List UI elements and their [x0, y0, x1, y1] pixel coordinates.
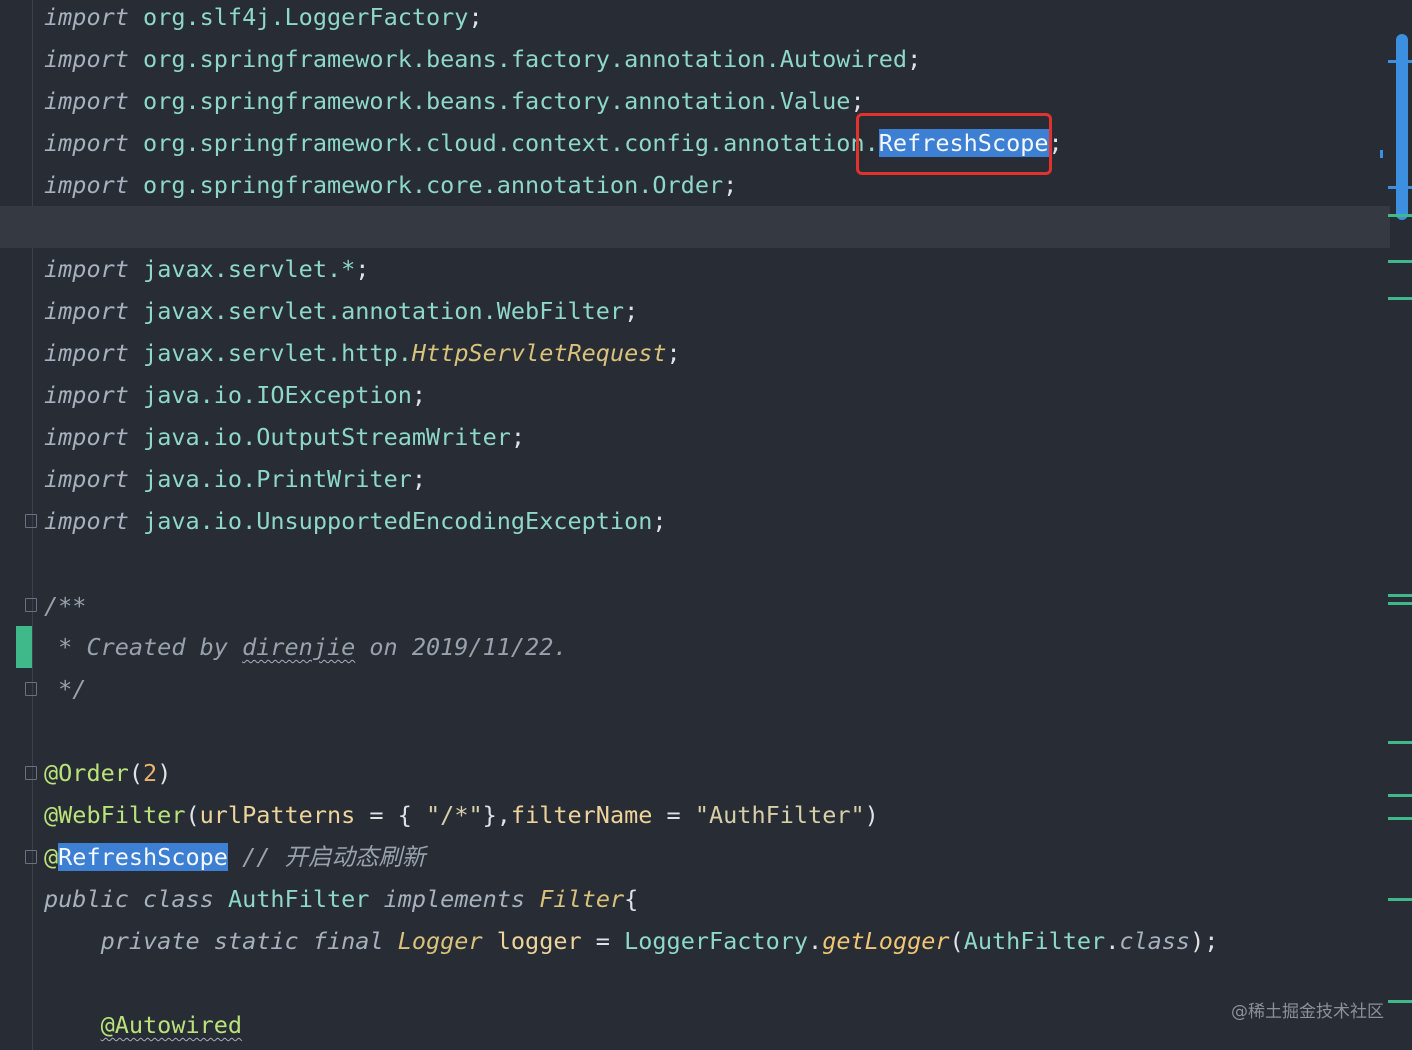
scroll-mark[interactable] — [1388, 741, 1412, 744]
scroll-mark[interactable] — [1388, 260, 1412, 263]
code-line-logger[interactable]: private static final Logger logger = Log… — [44, 920, 1219, 962]
code-line-autowired[interactable]: @Autowired — [44, 1004, 242, 1046]
fold-icon[interactable] — [25, 850, 37, 864]
author-name: direnjie — [242, 633, 356, 661]
scroll-mark[interactable] — [1388, 297, 1412, 300]
code-line-refreshscope[interactable]: @RefreshScope // 开启动态刷新 — [44, 836, 426, 878]
code-line-import[interactable]: import java.io.UnsupportedEncodingExcept… — [44, 500, 667, 542]
doc-comment-close: */ — [44, 675, 87, 703]
code-line-import[interactable]: import javax.servlet.http.HttpServletReq… — [44, 332, 681, 374]
watermark: @稀土掘金技术社区 — [1231, 1002, 1384, 1022]
code-line-import[interactable]: import org.slf4j.LoggerFactory; — [44, 0, 483, 38]
scroll-mark[interactable] — [1388, 794, 1412, 797]
fold-icon[interactable] — [25, 682, 37, 696]
code-line-class-decl[interactable]: public class AuthFilter implements Filte… — [44, 878, 638, 920]
scroll-mark[interactable] — [1380, 150, 1383, 158]
code-line-import[interactable]: import org.springframework.core.annotati… — [44, 164, 737, 206]
scroll-mark[interactable] — [1388, 602, 1412, 605]
fold-icon[interactable] — [25, 766, 37, 780]
scroll-mark[interactable] — [1388, 60, 1412, 63]
doc-comment-open: /** — [44, 592, 87, 620]
scroll-mark[interactable] — [1388, 898, 1412, 901]
code-line-import[interactable]: import java.io.PrintWriter; — [44, 458, 426, 500]
scroll-mark[interactable] — [1388, 817, 1412, 820]
scroll-mark[interactable] — [1388, 1000, 1412, 1003]
vcs-change-marker[interactable] — [16, 626, 32, 668]
scroll-mark[interactable] — [1388, 214, 1412, 217]
highlight-box — [856, 113, 1052, 175]
current-line-highlight — [0, 206, 1390, 248]
fold-icon[interactable] — [25, 598, 37, 612]
code-line-order[interactable]: @Order(2) — [44, 752, 171, 794]
code-line-import[interactable]: import java.io.IOException; — [44, 374, 426, 416]
code-line-webfilter[interactable]: @WebFilter(urlPatterns = { "/*"},filterN… — [44, 794, 879, 836]
code-line-import[interactable]: import java.io.OutputStreamWriter; — [44, 416, 525, 458]
fold-icon[interactable] — [25, 514, 37, 528]
code-line-import[interactable]: import org.springframework.beans.factory… — [44, 80, 865, 122]
code-line-import[interactable]: import javax.servlet.*; — [44, 248, 369, 290]
doc-comment-body: * Created by direnjie on 2019/11/22. — [44, 633, 568, 661]
scroll-mark[interactable] — [1388, 186, 1412, 189]
code-line-import[interactable]: import org.springframework.beans.factory… — [44, 38, 921, 80]
code-line-import[interactable]: import javax.servlet.annotation.WebFilte… — [44, 290, 638, 332]
refreshscope-highlight[interactable]: RefreshScope — [58, 843, 228, 871]
scroll-mark[interactable] — [1388, 594, 1412, 597]
